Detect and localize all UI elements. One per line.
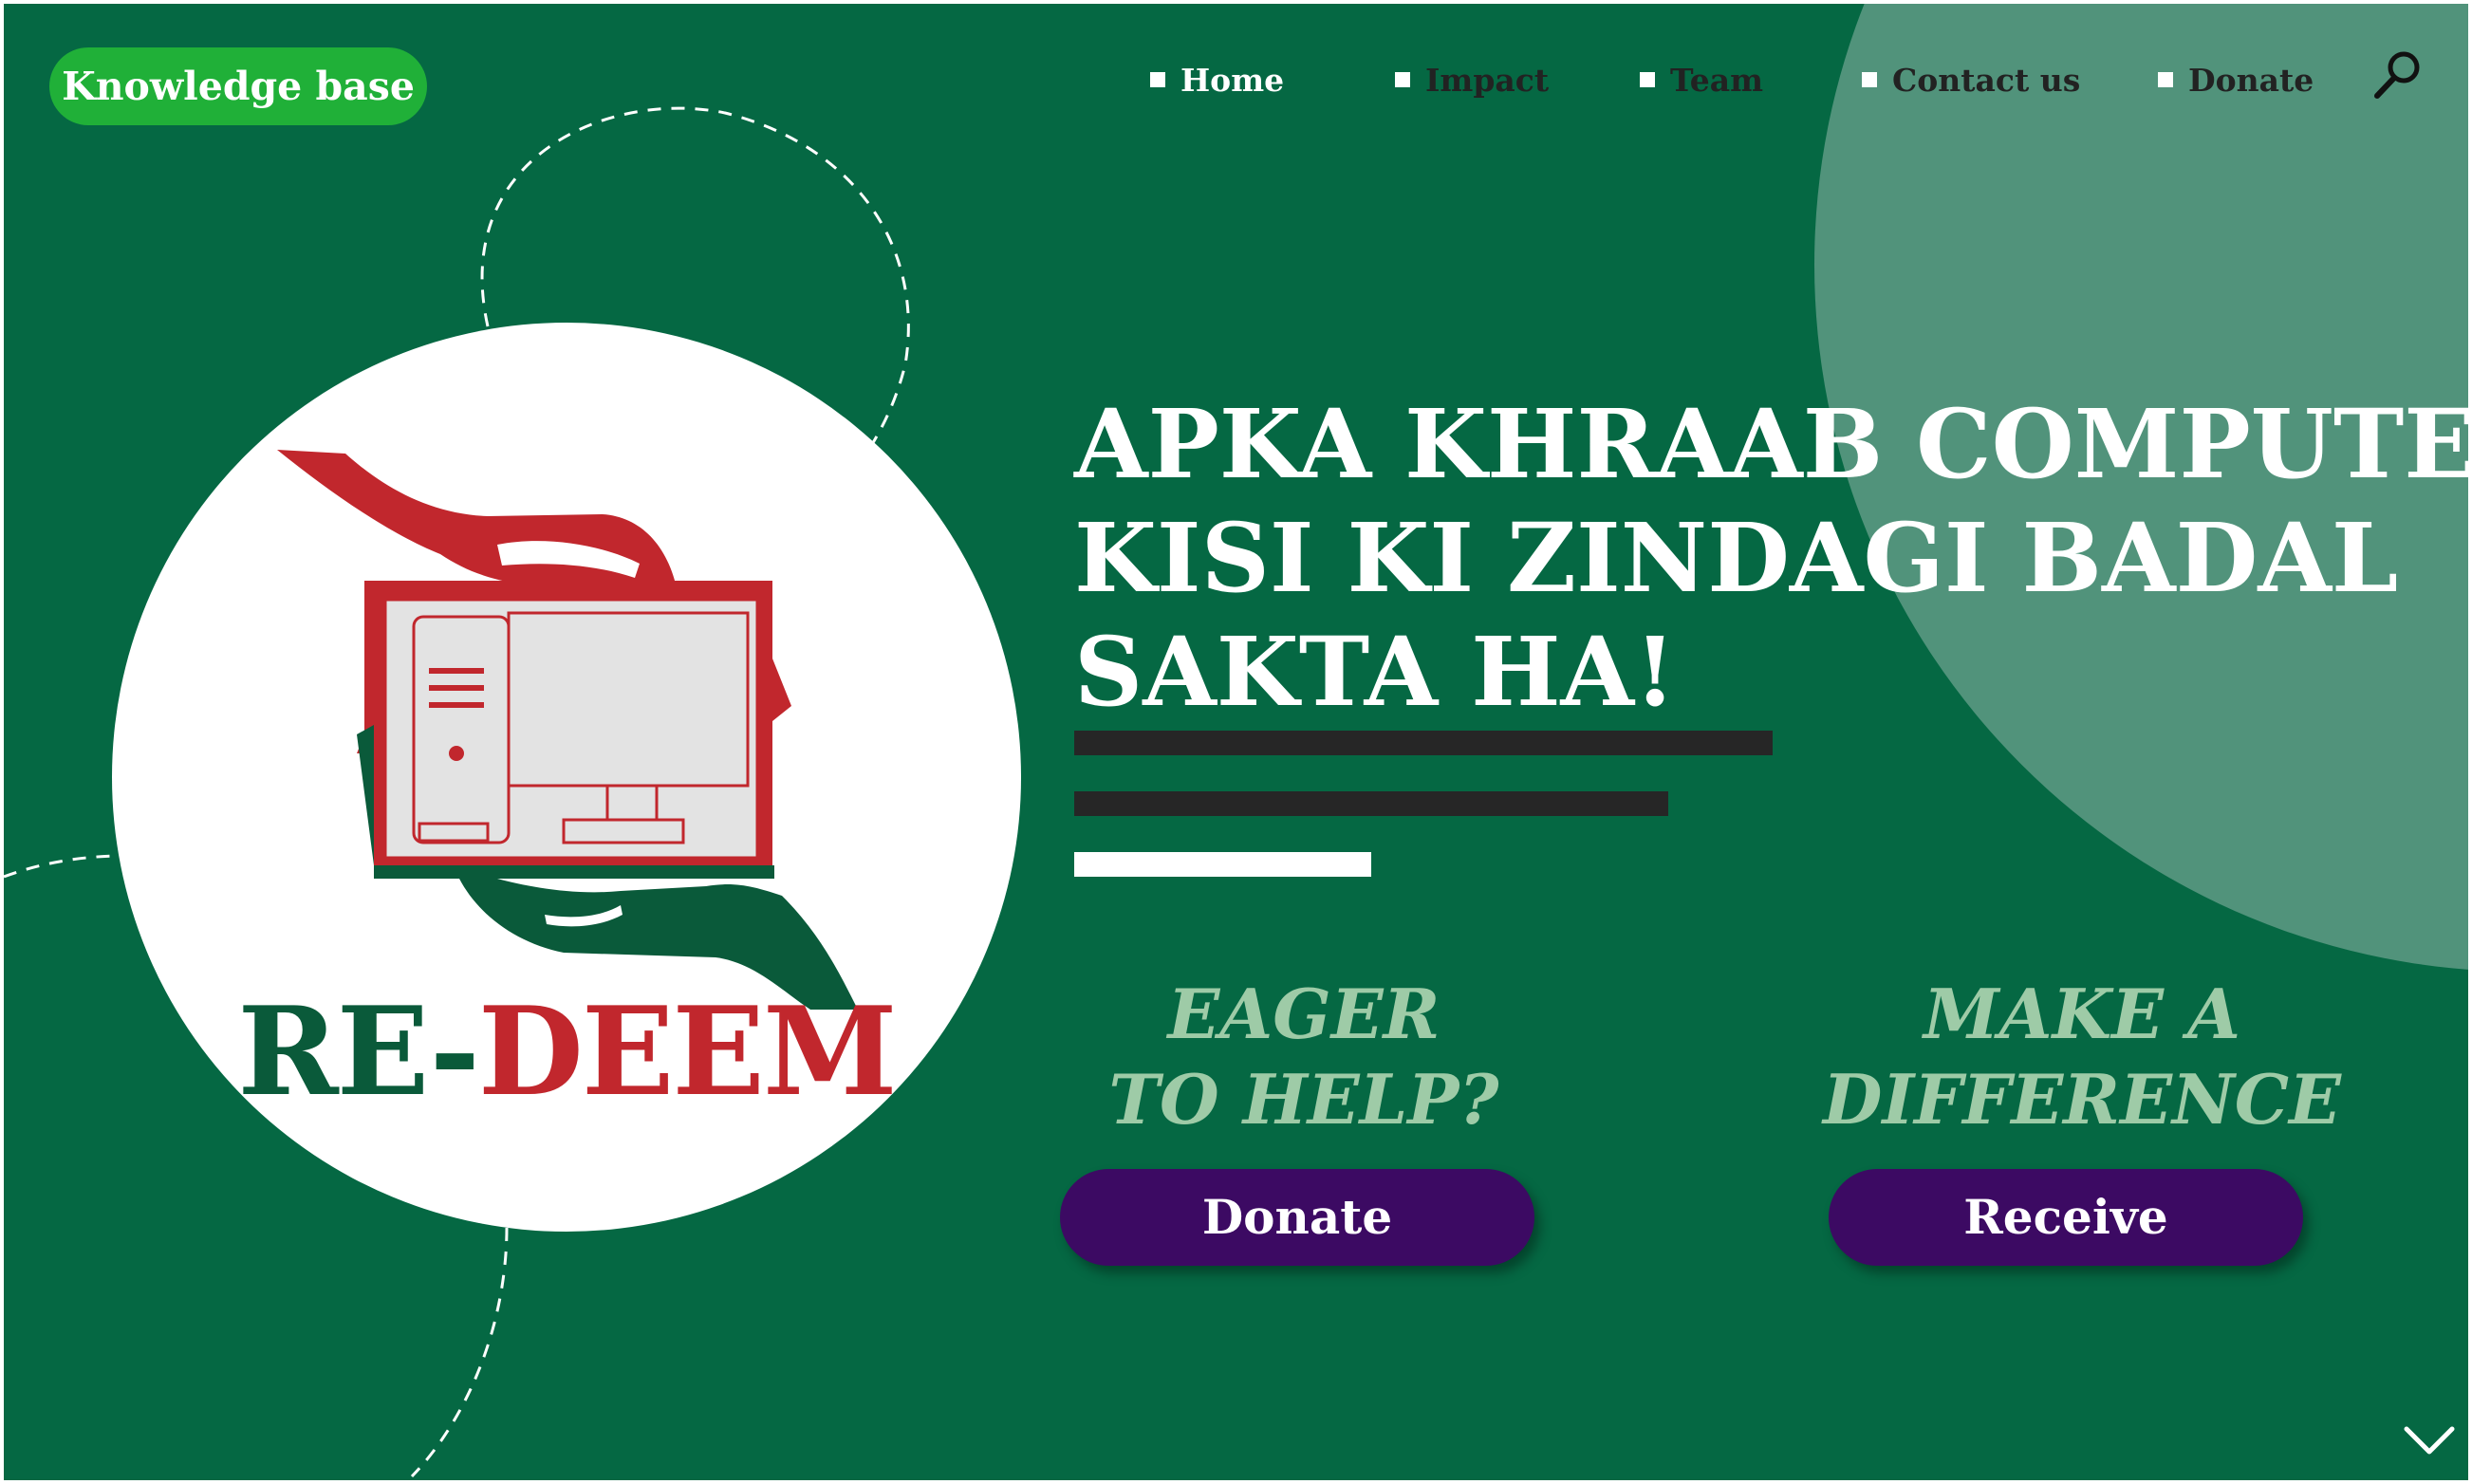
computer-in-hands-icon: [277, 450, 858, 1010]
cta-line: DIFFERENCE: [1823, 1059, 2341, 1140]
nav-item-label: Donate: [2188, 61, 2314, 99]
nav-bullet: [2158, 72, 2173, 87]
nav-item-donate[interactable]: Donate: [2158, 57, 2314, 102]
headline-line: SAKTA HA!: [1074, 616, 1677, 728]
logo-wordmark-part2: DEEM: [477, 981, 898, 1123]
chevron-down-icon[interactable]: [2401, 1421, 2458, 1459]
nav-item-label: Impact: [1425, 61, 1550, 99]
receive-button[interactable]: Receive: [1829, 1169, 2303, 1266]
donate-button[interactable]: Donate: [1060, 1169, 1534, 1266]
search-icon[interactable]: [2371, 48, 2425, 102]
placeholder-text-bar: [1074, 731, 1773, 755]
nav-bullet: [1395, 72, 1410, 87]
hero-headline: APKA KHRAAB COMPUTER KISI KI ZINDAGI BAD…: [1074, 387, 2468, 729]
nav-item-label: Team: [1670, 61, 1764, 99]
make-a-difference-text: MAKE A DIFFERENCE: [1788, 972, 2376, 1142]
cta-line: EAGER: [1167, 974, 1440, 1054]
cta-line: MAKE A: [1924, 974, 2240, 1054]
nav-item-contact-us[interactable]: Contact us: [1862, 57, 2080, 102]
headline-line: APKA KHRAAB COMPUTER: [1074, 388, 2468, 500]
logo-wordmark: RE-DEEM: [112, 981, 1021, 1123]
page: Knowledge base Home Impact Team Contact …: [4, 4, 2468, 1480]
headline-line: KISI KI ZINDAGI BADAL: [1074, 502, 2399, 614]
nav-item-label: Home: [1180, 61, 1285, 99]
nav-item-team[interactable]: Team: [1640, 57, 1763, 102]
nav-bullet: [1862, 72, 1877, 87]
logo-wordmark-part1: RE-: [237, 981, 479, 1123]
nav-item-impact[interactable]: Impact: [1395, 57, 1549, 102]
nav-item-home[interactable]: Home: [1150, 57, 1284, 102]
nav-bullet: [1150, 72, 1165, 87]
placeholder-text-bar: [1074, 852, 1371, 877]
cta-line: TO HELP?: [1108, 1059, 1499, 1140]
nav-item-label: Contact us: [1892, 61, 2081, 99]
knowledge-base-button[interactable]: Knowledge base: [49, 47, 427, 125]
nav-bullet: [1640, 72, 1655, 87]
placeholder-text-bar: [1074, 791, 1668, 816]
eager-to-help-text: EAGER TO HELP?: [1048, 972, 1560, 1142]
